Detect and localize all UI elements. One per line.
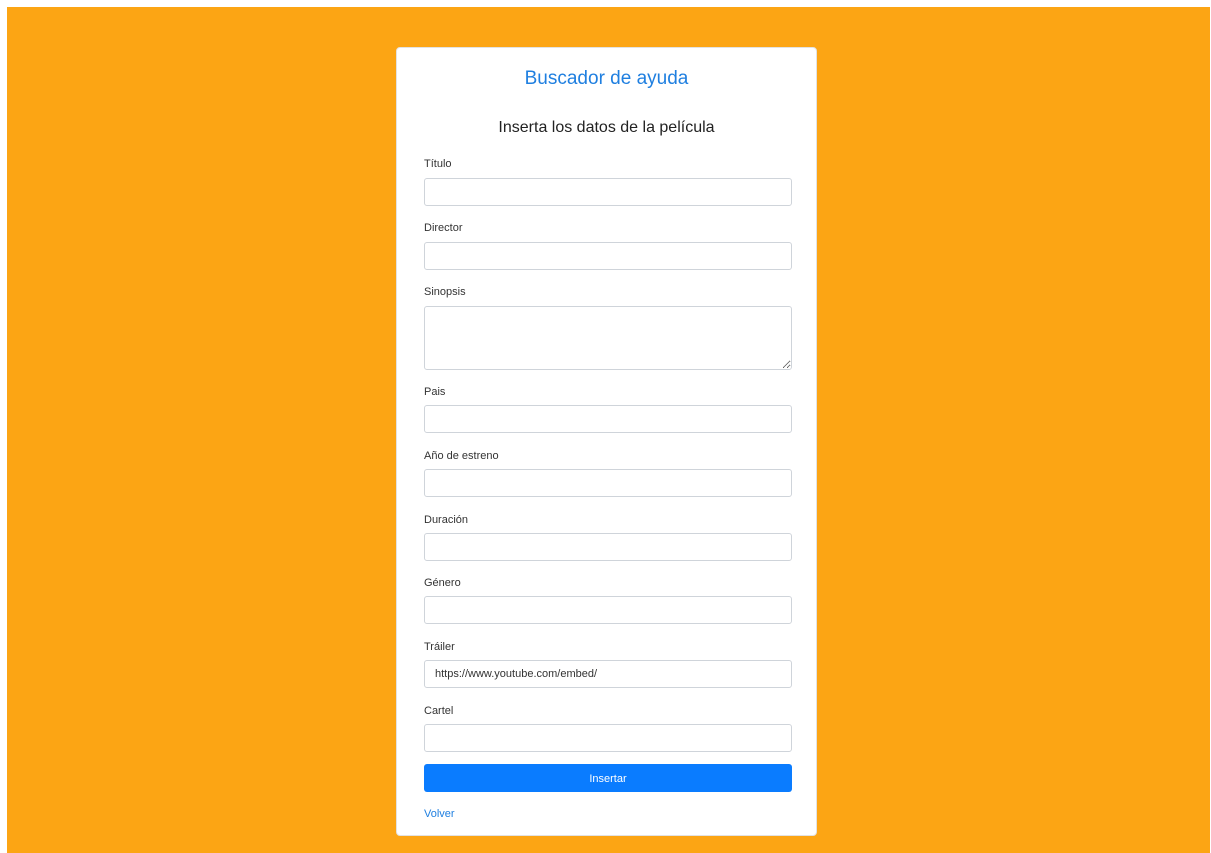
director-input[interactable]	[424, 242, 792, 270]
duracion-label: Duración	[424, 514, 469, 526]
brand-link[interactable]: Buscador de ayuda	[397, 68, 816, 90]
form-card: Buscador de ayuda Inserta los datos de l…	[396, 47, 817, 836]
titulo-input[interactable]	[424, 178, 792, 206]
titulo-label: Título	[424, 158, 452, 170]
genero-label: Género	[424, 577, 461, 589]
director-label: Director	[424, 222, 463, 234]
sinopsis-textarea[interactable]	[424, 306, 792, 370]
ano-estreno-label: Año de estreno	[424, 450, 499, 462]
form-heading: Inserta los datos de la película	[498, 119, 715, 136]
insertar-button[interactable]: Insertar	[424, 764, 792, 792]
duracion-input[interactable]	[424, 533, 792, 561]
volver-link[interactable]: Volver	[424, 808, 455, 820]
cartel-input[interactable]	[424, 724, 792, 752]
genero-input[interactable]	[424, 596, 792, 624]
pais-input[interactable]	[424, 405, 792, 433]
cartel-label: Cartel	[424, 705, 454, 717]
trailer-label: Tráiler	[424, 641, 455, 653]
ano-estreno-input[interactable]	[424, 469, 792, 497]
pais-label: Pais	[424, 386, 446, 398]
sinopsis-label: Sinopsis	[424, 286, 466, 298]
trailer-input[interactable]	[424, 660, 792, 688]
